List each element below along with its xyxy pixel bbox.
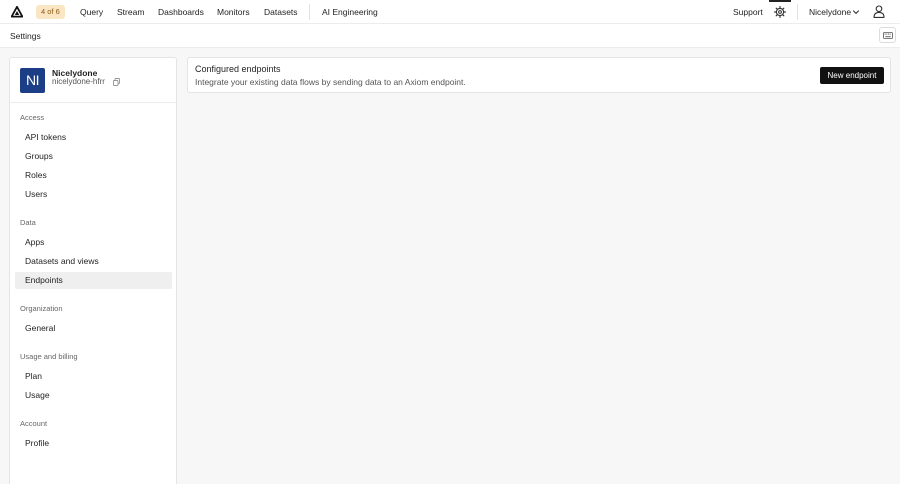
sidebar-item-general[interactable]: General: [15, 320, 172, 337]
copy-icon[interactable]: [113, 78, 120, 86]
section-access: Access: [20, 113, 45, 122]
nav-monitors[interactable]: Monitors: [217, 6, 250, 18]
axiom-logo-icon[interactable]: [11, 6, 23, 18]
support-link[interactable]: Support: [733, 6, 763, 18]
org-slug: nicelydone-hfrr: [52, 77, 105, 86]
org-switcher[interactable]: Nicelydone: [809, 6, 851, 18]
settings-sidebar: NI Nicelydone nicelydone-hfrr Access API…: [9, 57, 177, 484]
endpoints-card: Configured endpoints Integrate your exis…: [187, 57, 891, 93]
sidebar-item-datasets-and-views[interactable]: Datasets and views: [15, 253, 172, 270]
sidebar-item-users[interactable]: Users: [15, 186, 172, 203]
section-data: Data: [20, 218, 36, 227]
page-title: Settings: [10, 31, 41, 41]
nav-stream[interactable]: Stream: [117, 6, 144, 18]
avatar: NI: [20, 68, 45, 93]
top-navigation-bar: 4 of 6 Query Stream Dashboards Monitors …: [0, 0, 900, 24]
sidebar-item-apps[interactable]: Apps: [15, 234, 172, 251]
nav-dashboards[interactable]: Dashboards: [158, 6, 204, 18]
section-account: Account: [20, 419, 48, 428]
section-organization: Organization: [20, 304, 63, 313]
user-icon[interactable]: [873, 5, 885, 18]
sidebar-item-usage[interactable]: Usage: [15, 387, 172, 404]
card-description: Integrate your existing data flows by se…: [195, 77, 466, 87]
active-indicator: [769, 0, 791, 2]
section-usage-and-billing: Usage and billing: [20, 352, 78, 361]
nav-query[interactable]: Query: [80, 6, 103, 18]
chevron-down-icon[interactable]: [852, 8, 860, 16]
sidebar-item-groups[interactable]: Groups: [15, 148, 172, 165]
sidebar-item-roles[interactable]: Roles: [15, 167, 172, 184]
nav-datasets[interactable]: Datasets: [264, 6, 298, 18]
org-profile: NI Nicelydone nicelydone-hfrr: [10, 58, 176, 103]
trial-progress-badge[interactable]: 4 of 6: [36, 5, 65, 19]
gear-icon[interactable]: [774, 6, 786, 18]
nav-divider: [797, 4, 798, 20]
sidebar-item-endpoints[interactable]: Endpoints: [15, 272, 172, 289]
nav-divider: [309, 4, 310, 20]
page-header-bar: Settings: [0, 24, 900, 48]
card-title: Configured endpoints: [195, 64, 281, 74]
sidebar-item-plan[interactable]: Plan: [15, 368, 172, 385]
sidebar-item-api-tokens[interactable]: API tokens: [15, 129, 172, 146]
nav-ai-engineering[interactable]: AI Engineering: [322, 6, 378, 18]
keyboard-icon: [882, 31, 893, 39]
keyboard-shortcuts-button[interactable]: [879, 27, 896, 43]
new-endpoint-button[interactable]: New endpoint: [820, 67, 884, 84]
sidebar-item-profile[interactable]: Profile: [15, 435, 172, 452]
